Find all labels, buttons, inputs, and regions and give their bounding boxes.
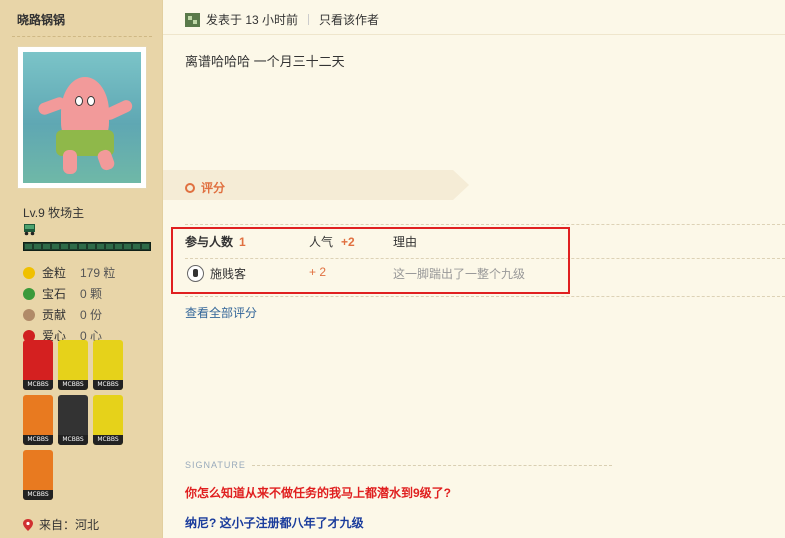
only-author-link[interactable]: 只看该作者 [319,11,379,28]
user-sidebar: 晓路锅锅 Lv.9 牧场主 金粒 179 粒 宝石 0 颗 贡献 0 份 爱心 … [0,0,163,538]
avatar-image [23,52,141,183]
post-content: 离谱哈哈哈 一个月三十二天 [185,54,345,69]
location-text: 来自：河北 [39,518,100,532]
username[interactable]: 晓路锅锅 [17,11,65,28]
user-stats: 金粒 179 粒 宝石 0 颗 贡献 0 份 爱心 0 心 [23,262,115,346]
post-meta: 发表于 13 小时前 只看该作者 [185,11,379,28]
ten-years-medal[interactable]: MCBBS [23,450,53,500]
stat-value: 0 份 [80,308,103,322]
java-medal[interactable]: MCBBS [23,340,53,390]
seeds-medal[interactable]: MCBBS [23,395,53,445]
divider [251,464,612,466]
stat-value: 0 颗 [80,287,103,301]
stat-label: 宝石 [42,287,67,301]
stone-pickaxe-medal[interactable]: MCBBS [58,340,88,390]
stat-label: 金粒 [42,266,67,280]
signature-line-1: 你怎么知道从来不做任务的我马上都潜水到9级了? [185,486,452,500]
divider [185,224,785,225]
divider [12,36,152,37]
ore-medal[interactable]: MCBBS [58,395,88,445]
diamond-pickaxe-medal[interactable]: MCBBS [93,395,123,445]
rating-title-text: 评分 [201,181,226,195]
minecart-icon [24,224,35,236]
contribution-icon [23,308,35,321]
gold-coin-icon [23,266,35,279]
experience-bar [23,242,151,251]
location-pin-icon [23,518,33,531]
stat-gem: 宝石 0 颗 [23,283,115,304]
stat-label: 贡献 [42,308,67,322]
gem-icon [23,287,35,300]
signature-label: SIGNATURE [185,460,612,470]
circle-icon [185,182,195,193]
post-main: 发表于 13 小时前 只看该作者 离谱哈哈哈 一个月三十二天 评分 参与人数 1 … [163,0,785,538]
divider [163,34,785,35]
rating-title: 评分 [185,179,225,196]
iron-pickaxe-medal[interactable]: MCBBS [93,340,123,390]
user-level[interactable]: Lv.9 牧场主 [23,204,84,221]
stat-gold: 金粒 179 粒 [23,262,115,283]
stat-contribution: 贡献 0 份 [23,304,115,325]
view-all-ratings-link[interactable]: 查看全部评分 [185,304,257,321]
signature-line-2: 纳尼? 这小子注册都八年了才九级 [185,516,364,530]
meta-separator [308,14,310,25]
user-location: 来自：河北 [23,516,99,533]
online-status-icon [185,12,200,27]
highlight-box [171,227,570,294]
divider [185,296,785,297]
post-time: 发表于 13 小时前 [206,13,299,27]
stat-value: 179 粒 [80,266,116,280]
avatar[interactable] [17,46,147,189]
